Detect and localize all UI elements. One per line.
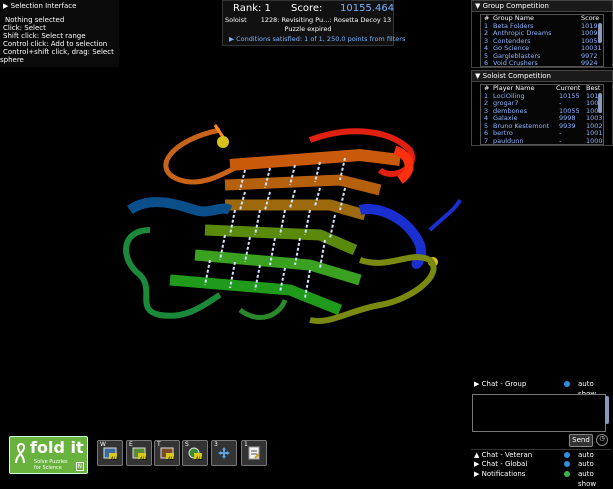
send-button[interactable]: Send: [569, 434, 593, 447]
protein-helix: [127, 197, 233, 217]
player-name: pauldunn: [493, 136, 524, 145]
chat-global-text: Chat - Global: [481, 460, 528, 468]
triangle-down-icon: ▼: [475, 72, 481, 80]
auto-show-label: auto show: [578, 470, 597, 488]
help-line: sphere: [0, 56, 24, 64]
triangle-right-icon: ▶: [474, 460, 480, 468]
notifications-label: ▶ Notifications: [474, 469, 525, 479]
chat-message-input[interactable]: [472, 394, 606, 432]
group-competition-header[interactable]: ▼ Group Competition: [472, 1, 612, 12]
chat-global-bar[interactable]: ▶ Chat - Global auto show: [471, 459, 611, 478]
note-icon: [248, 446, 260, 460]
foldit-logo[interactable]: fold it Solve Puzzles for Science N: [9, 436, 88, 474]
best-score: 10004: [586, 136, 603, 145]
score-label: Score:: [291, 3, 323, 14]
logo-title: fold it: [30, 438, 84, 457]
logo-badge: N: [75, 462, 84, 471]
logo-subtitle-line: for Science: [34, 465, 62, 471]
table-row[interactable]: 6 Void Crushers 9924: [481, 59, 603, 67]
beta-sheet-strand: [229, 148, 401, 171]
row-num: 7: [484, 136, 489, 145]
group-scrollbar[interactable]: [598, 23, 602, 43]
selection-interface-title: Selection Interface: [10, 2, 77, 10]
selection-interface-panel: ▶ Selection Interface Nothing selected C…: [0, 0, 119, 67]
all-badge: ALL: [111, 456, 119, 461]
group-competition-title: Group Competition: [482, 2, 549, 10]
score-panel: Rank: 1 Score: 10155.464 Soloist 1228: R…: [222, 0, 405, 46]
beta-sheet-strand: [204, 224, 358, 256]
clock-icon[interactable]: ◷: [596, 434, 608, 446]
conditions-text: Conditions satisfied: 1 of 1, 250.0 poin…: [236, 35, 406, 43]
soloist-competition-header[interactable]: ▼ Soloist Competition: [472, 71, 612, 82]
chat-group-text: Chat - Group: [481, 380, 527, 388]
info-icon[interactable]: [564, 381, 570, 387]
ribbon-icon: [15, 443, 26, 464]
triangle-up-icon: ▲: [474, 451, 480, 459]
soloist-competition-panel: ▼ Soloist Competition # Player Name Curr…: [471, 70, 613, 146]
chat-group-label: ▶ Chat - Group: [474, 379, 526, 389]
beta-sheet-strand: [224, 174, 382, 196]
selection-status: Nothing selected: [5, 16, 65, 24]
chat-scrollbar[interactable]: [605, 396, 609, 424]
rank-label: Rank: 1: [233, 3, 271, 14]
triangle-right-icon: ▶: [3, 2, 9, 10]
move-view-button[interactable]: 3: [211, 440, 237, 466]
triangle-right-icon: ▶: [474, 470, 480, 478]
puzzle-name: 1228: Revisiting Pu...: Rosetta Decoy 13: [260, 16, 392, 24]
status-icon[interactable]: [564, 471, 570, 477]
chat-group-bar[interactable]: ▶ Chat - Group auto show: [471, 379, 611, 398]
row-num: 6: [484, 59, 489, 67]
auto-show-checkbox[interactable]: auto show: [578, 469, 611, 489]
soloist-table: # Player Name Current Best 1 LociOiling 10…: [480, 84, 604, 145]
chat-global-label: ▶ Chat - Global: [474, 459, 527, 469]
wiggle-all-button[interactable]: W ALL: [97, 440, 123, 466]
group-competition-panel: ▼ Group Competition # Group Name Score 1…: [471, 0, 613, 68]
table-row[interactable]: 7 pauldunn - 10004: [481, 136, 603, 145]
beta-sheet-strand: [194, 249, 362, 286]
protein-loop: [163, 127, 252, 185]
all-badge: ALL: [196, 456, 204, 461]
info-icon[interactable]: [564, 452, 570, 458]
beta-sheet-strand: [169, 274, 343, 316]
conditions-toggle[interactable]: ▶ Conditions satisfied: 1 of 1, 250.0 po…: [229, 35, 405, 43]
selection-marker: [217, 136, 229, 148]
protein-structure-view[interactable]: [110, 110, 470, 340]
triangle-right-icon: ▶: [474, 380, 480, 388]
sidechain-all-button[interactable]: S ALL: [182, 440, 208, 466]
group-name: Void Crushers: [493, 59, 538, 67]
current-score: -: [559, 136, 562, 145]
soloist-competition-title: Soloist Competition: [482, 72, 551, 80]
current-score: 9939: [559, 121, 576, 130]
logo-subtitle: Solve Puzzles for Science: [34, 459, 68, 471]
info-icon[interactable]: [564, 461, 570, 467]
help-line: Shift click: Select range: [3, 32, 86, 40]
all-badge: ALL: [168, 456, 176, 461]
tweak-all-button[interactable]: T ALL: [154, 440, 180, 466]
soloist-scrollbar[interactable]: [598, 93, 602, 113]
all-badge: ALL: [140, 456, 148, 461]
group-table: # Group Name Score 1 Beta Folders 10192 2 An…: [480, 14, 604, 67]
triangle-right-icon: ▶: [229, 35, 234, 43]
protein-loop: [123, 227, 222, 319]
chat-veteran-text: Chat - Veteran: [481, 451, 533, 459]
mode-label: Soloist: [225, 16, 247, 24]
score-value: 10155.464: [340, 3, 395, 14]
puzzle-status: Puzzle expired: [284, 25, 332, 33]
selection-interface-header[interactable]: ▶ Selection Interface: [0, 0, 119, 12]
protein-loop: [238, 298, 288, 320]
beta-sheet-strand: [225, 199, 367, 221]
help-line: Control click: Add to selection: [3, 40, 108, 48]
help-line: Control+shift click, drag: Select: [3, 48, 114, 56]
notes-button[interactable]: 1: [241, 440, 267, 466]
help-line: Click: Select: [3, 24, 46, 32]
shake-all-button[interactable]: E ALL: [126, 440, 152, 466]
notifications-bar[interactable]: ▶ Notifications auto show: [471, 469, 611, 488]
triangle-down-icon: ▼: [475, 2, 481, 10]
selection-help-text: Nothing selected Click: Select Shift cli…: [0, 12, 119, 64]
move-arrows-icon: [218, 447, 230, 459]
current-score: 10155: [559, 91, 580, 100]
notifications-text: Notifications: [481, 470, 526, 478]
protein-loop: [428, 198, 462, 232]
group-score: 9924: [581, 59, 598, 67]
